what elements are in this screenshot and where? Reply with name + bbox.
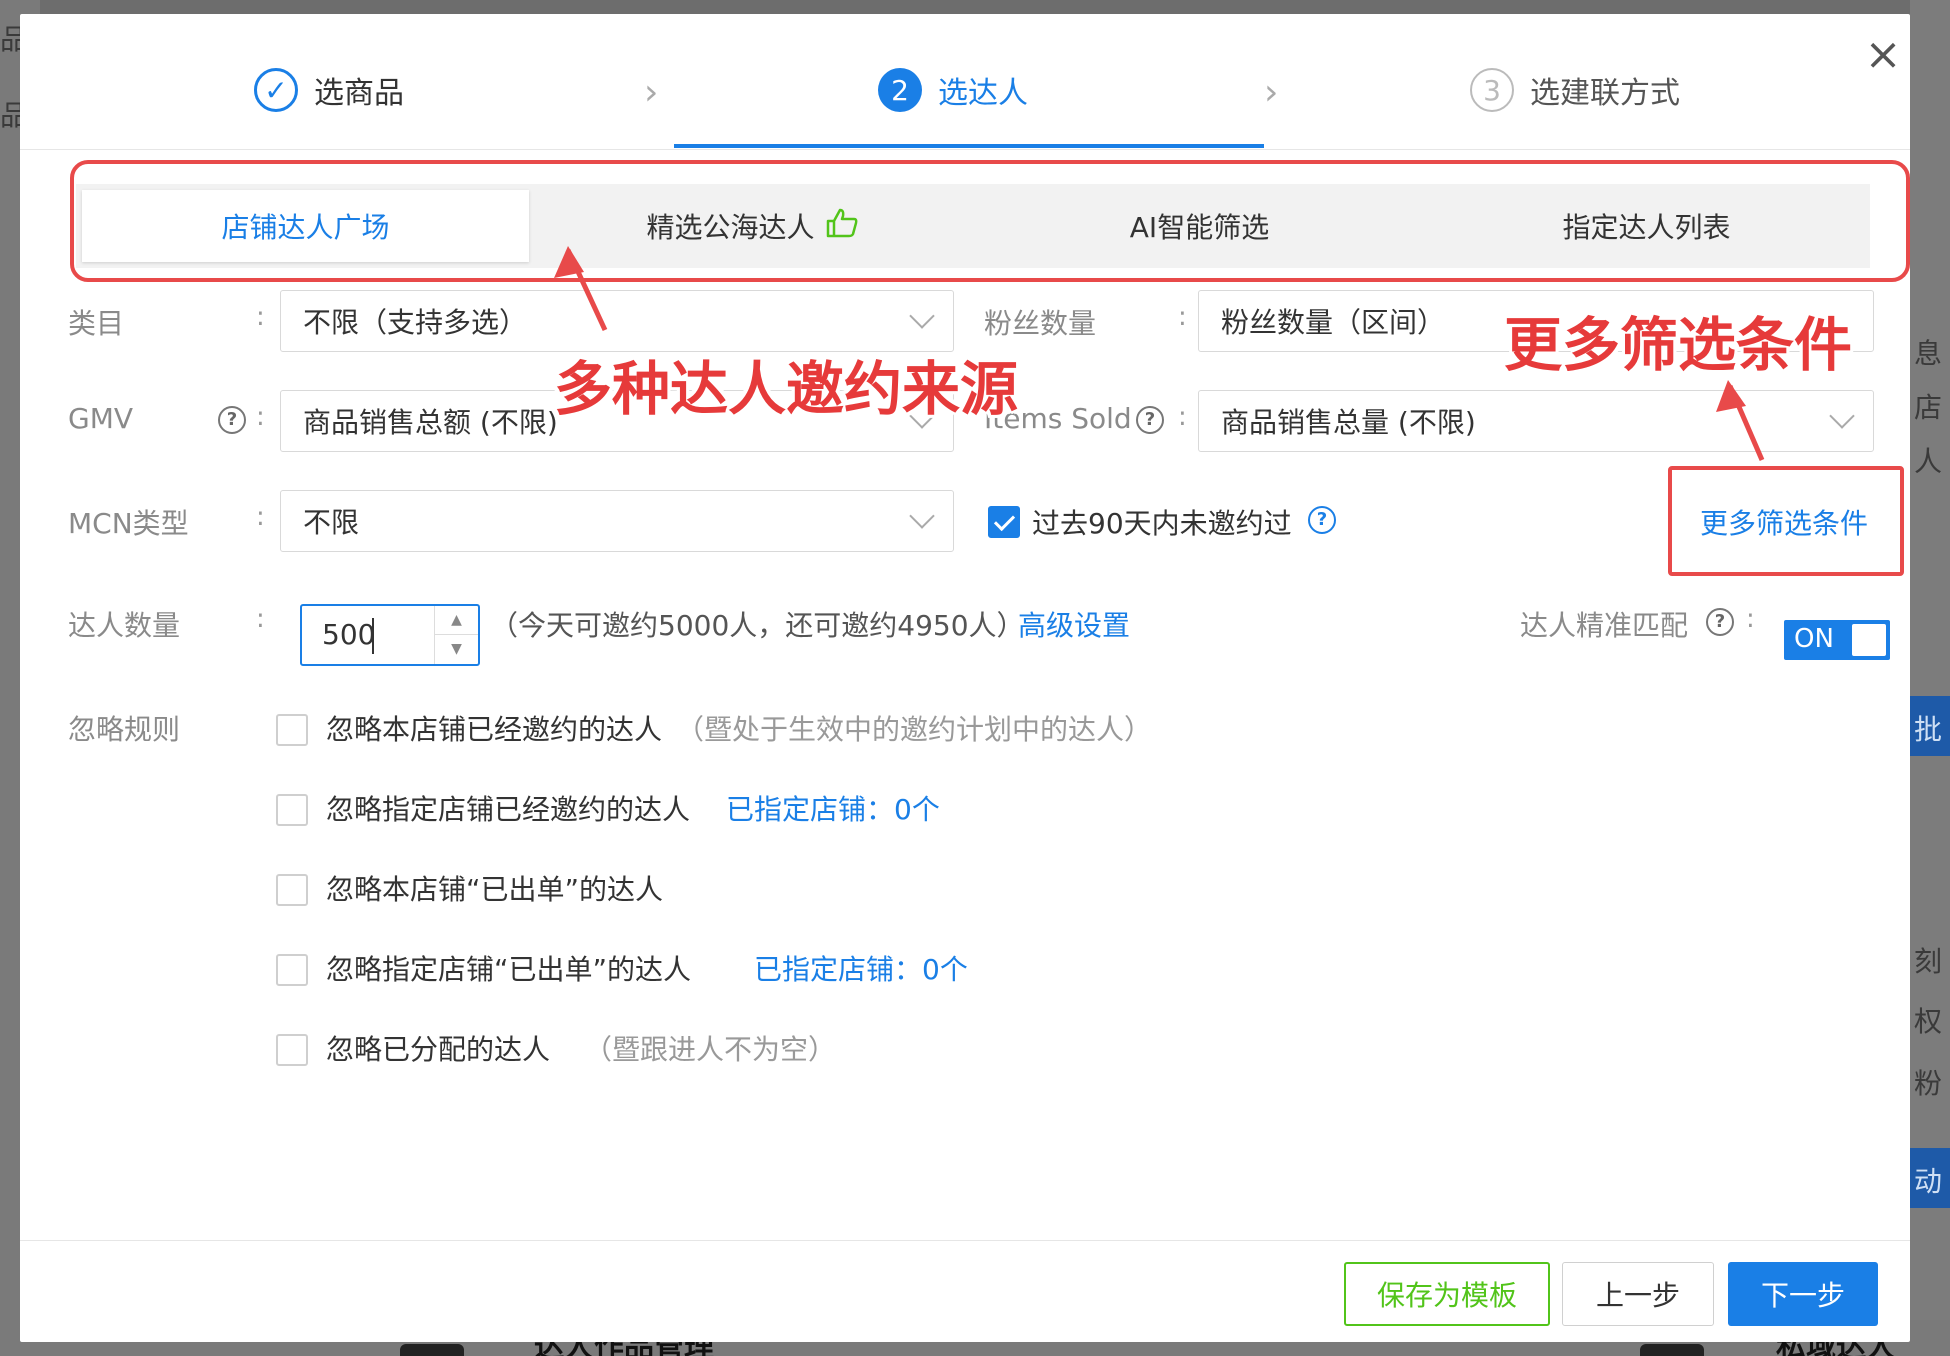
footer-divider [20,1240,1910,1241]
chevron-down-icon [1829,403,1855,429]
background-text: 批 [1914,713,1943,746]
precise-match-toggle[interactable]: ON [1784,620,1890,660]
ignore-rule-note: （暨处于生效中的邀约计划中的达人） [676,713,1153,746]
question-icon[interactable]: ? [218,406,246,434]
background-text: 店 [1914,391,1943,424]
active-step-underline [674,144,1264,148]
background-icon [1640,1344,1704,1356]
items-sold-value: 商品销售总量 (不限) [1221,406,1476,439]
annotation-box-tabs [70,160,1910,282]
increment-icon[interactable]: ▲ [435,606,478,635]
ignore-rule-checkbox[interactable] [276,794,308,826]
mcn-label: MCN类型 [68,507,189,540]
steps-bar: ✓ 选商品 › 2 选达人 › 3 选建联方式 [20,14,1910,150]
background-right-panel: 息 店 人 批 刻 权 粉 动 [1910,0,1950,1356]
next-step-button[interactable]: 下一步 [1728,1262,1878,1326]
fans-value: 粉丝数量（区间） [1221,306,1446,339]
ignore-rule-text: 忽略本店铺“已出单”的达人 [326,873,664,906]
ignore-rule-text: 忽略指定店铺已经邀约的达人 [326,793,691,826]
background-icon [400,1344,464,1356]
annotation-box-more-filters [1668,466,1904,576]
background-text: 息 [1914,337,1943,370]
ignore-rules-label: 忽略规则 [68,713,181,746]
save-template-button[interactable]: 保存为模板 [1344,1262,1550,1326]
count-label: 达人数量 [68,609,181,642]
precise-match-label: 达人精准匹配 [1520,609,1689,642]
check-icon: ✓ [254,68,298,112]
question-icon[interactable]: ? [1308,506,1336,534]
fans-label: 粉丝数量 [984,307,1097,340]
ignore-rule-note: （暨跟进人不为空） [584,1033,837,1066]
ignore-rule-checkbox[interactable] [276,1034,308,1066]
background-text: 粉 [1914,1067,1943,1100]
toggle-knob [1852,624,1886,656]
designated-stores-link[interactable]: 已指定店铺：0个 [726,788,940,828]
chevron-right-icon: › [644,72,659,113]
step-label: 选商品 [314,76,404,111]
background-text: 人 [1914,445,1943,478]
colon: : [1178,302,1187,332]
step-select-creator[interactable]: 2 选达人 [878,68,1028,112]
annotation-text-sources: 多种达人邀约来源 [554,355,1019,423]
colon: : [1746,604,1755,634]
colon: : [256,604,265,634]
mcn-select[interactable]: 不限 [280,490,954,552]
designated-stores-link[interactable]: 已指定店铺：0个 [754,948,968,988]
not-invited-label: 过去90天内未邀约过 [1032,507,1292,540]
ignore-rule-checkbox[interactable] [276,874,308,906]
count-stepper[interactable]: ▲ ▼ [434,606,478,664]
colon: : [256,302,265,332]
question-icon[interactable]: ? [1136,406,1164,434]
step-number: 2 [878,68,922,112]
annotation-text-more-filters: 更多筛选条件 [1504,311,1853,379]
step-label: 选建联方式 [1530,76,1680,111]
mcn-value: 不限 [303,506,360,539]
background-text: 权 [1914,1005,1943,1038]
ignore-rule-checkbox[interactable] [276,954,308,986]
creator-count-input[interactable]: 500 ▲ ▼ [300,604,480,666]
question-icon[interactable]: ? [1706,608,1734,636]
step-label: 选达人 [938,76,1028,111]
not-invited-checkbox[interactable] [988,506,1020,538]
text-cursor [372,618,374,654]
step-number: 3 [1470,68,1514,112]
chevron-right-icon: › [1264,72,1279,113]
items-sold-select[interactable]: 商品销售总量 (不限) [1198,390,1874,452]
toggle-label: ON [1794,624,1834,654]
count-hint: （今天可邀约5000人，还可邀约4950人） [490,609,1025,642]
ignore-rule-text: 忽略已分配的达人 [326,1033,551,1066]
ignore-rule-text: 忽略指定店铺“已出单”的达人 [326,953,692,986]
gmv-value: 商品销售总额 (不限) [303,406,558,439]
count-value: 500 [322,618,376,651]
step-select-product[interactable]: ✓ 选商品 [254,68,404,112]
colon: : [256,402,265,432]
step-contact-method[interactable]: 3 选建联方式 [1470,68,1680,112]
advanced-settings-link[interactable]: 高级设置 [1018,604,1130,644]
prev-step-button[interactable]: 上一步 [1562,1262,1714,1326]
background-text: 刻 [1914,945,1943,978]
background-text: 动 [1914,1165,1943,1198]
decrement-icon[interactable]: ▼ [435,635,478,664]
colon: : [256,502,265,532]
category-value: 不限（支持多选） [303,306,528,339]
category-label: 类目 [68,307,125,340]
chevron-down-icon [909,303,935,329]
colon: : [1178,402,1187,432]
ignore-rule-text: 忽略本店铺已经邀约的达人 [326,713,663,746]
gmv-label: GMV [68,402,134,435]
ignore-rule-checkbox[interactable] [276,714,308,746]
chevron-down-icon [909,503,935,529]
